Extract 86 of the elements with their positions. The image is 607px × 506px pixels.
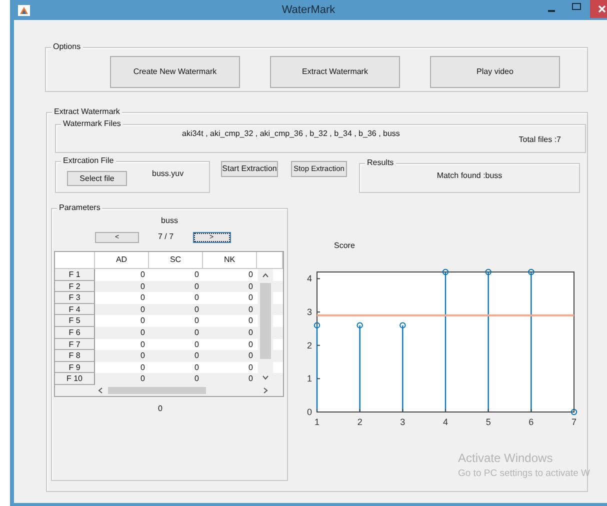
row-header: F 8 bbox=[55, 350, 95, 362]
parameter-name: buss bbox=[161, 215, 178, 227]
table-cell-text: 0 bbox=[248, 304, 254, 316]
panel-title: Extract Watermark bbox=[52, 107, 122, 117]
table-cell-text: 0 bbox=[194, 373, 200, 385]
x-tick-label: 5 bbox=[486, 417, 491, 427]
panel-title: Parameters bbox=[57, 203, 102, 213]
table-cell-text: 0 bbox=[248, 373, 254, 385]
result-text: Match found :buss bbox=[436, 170, 502, 182]
table-cell-text: 0 bbox=[194, 269, 200, 281]
table-cell-text: 0 bbox=[248, 292, 254, 304]
y-tick-label: 4 bbox=[306, 274, 312, 284]
table-cell-text: 0 bbox=[194, 338, 200, 350]
table-cell-text: 0 bbox=[140, 326, 146, 339]
row-header: F 3 bbox=[55, 292, 95, 304]
option-button[interactable]: Play video bbox=[430, 56, 560, 88]
stem bbox=[570, 408, 578, 416]
row-header: F 1 bbox=[55, 269, 95, 281]
table-cell-text: 0 bbox=[140, 338, 146, 350]
scroll-down-icon[interactable] bbox=[262, 375, 269, 380]
x-tick-label: 7 bbox=[572, 417, 576, 427]
table-cell-text: 0 bbox=[248, 280, 254, 292]
x-tick-label: 3 bbox=[400, 417, 406, 427]
close-icon[interactable] bbox=[598, 5, 606, 13]
select-file-button[interactable]: Select file bbox=[67, 171, 127, 186]
chart-title: Score bbox=[334, 240, 355, 252]
table-cell-text: 0 bbox=[140, 373, 146, 385]
close-button[interactable] bbox=[590, 0, 607, 18]
scroll-up-icon[interactable] bbox=[262, 273, 269, 278]
scroll-left-icon[interactable] bbox=[98, 387, 103, 394]
table-cell-text: 0 bbox=[248, 326, 254, 339]
x-tick-label: 4 bbox=[443, 417, 448, 427]
row-header: F 5 bbox=[55, 315, 95, 327]
y-tick-label: 1 bbox=[306, 374, 312, 384]
parameter-value: 0 bbox=[158, 403, 162, 415]
notice-title: Activate Windows bbox=[458, 450, 554, 467]
x-tick-label: 2 bbox=[357, 417, 362, 427]
table-cell-text: 0 bbox=[194, 292, 200, 304]
table-cell-text: 0 bbox=[140, 304, 146, 316]
table-cell-text: 0 bbox=[194, 362, 200, 374]
table-cell-text: 0 bbox=[248, 350, 254, 362]
table-cell-text: 0 bbox=[140, 292, 146, 304]
panel-title: Results bbox=[365, 158, 396, 168]
row-header: F 10 bbox=[55, 373, 95, 385]
row-header: F 7 bbox=[55, 338, 95, 350]
table-cell-text: 0 bbox=[140, 315, 146, 327]
y-tick-label: 0 bbox=[306, 407, 312, 417]
header-corner bbox=[55, 252, 95, 269]
panel-title: Extrcation File bbox=[61, 156, 116, 166]
table-cell-text: 0 bbox=[194, 315, 200, 327]
table-cell-text: 0 bbox=[140, 350, 146, 362]
row-header: F 4 bbox=[55, 304, 95, 316]
x-tick-label: 6 bbox=[528, 417, 534, 427]
table-cell-text: 0 bbox=[140, 362, 146, 374]
table-cell-text: 0 bbox=[194, 280, 200, 292]
y-tick-label: 2 bbox=[306, 340, 312, 350]
x-tick-label: 1 bbox=[314, 417, 320, 427]
table-cell-text: 0 bbox=[140, 269, 146, 281]
table-cell-text: 0 bbox=[194, 326, 200, 339]
app-icon bbox=[18, 4, 30, 16]
column-header: AD bbox=[95, 252, 149, 269]
row-header: F 2 bbox=[55, 280, 95, 292]
column-header: NK bbox=[203, 252, 257, 269]
row-header: F 9 bbox=[55, 362, 95, 374]
table-cell-text: 0 bbox=[248, 315, 254, 327]
table-cell-text: 0 bbox=[248, 338, 254, 350]
scroll-right-icon[interactable] bbox=[263, 387, 268, 394]
option-button[interactable]: Create New Watermark bbox=[110, 56, 240, 88]
panel-title: Options bbox=[51, 42, 83, 52]
option-button[interactable]: Extract Watermark bbox=[270, 56, 400, 88]
file-list: aki34t , aki_cmp_32 , aki_cmp_36 , b_32 , b_34 , b_36 , buss bbox=[182, 128, 400, 152]
notice-text: Go to PC settings to activate W bbox=[458, 467, 590, 481]
start-extraction-button[interactable]: Start Extraction bbox=[221, 161, 278, 177]
file-name: buss.yuv bbox=[152, 168, 184, 180]
table-cell-text: 0 bbox=[248, 269, 254, 281]
y-tick-label: 3 bbox=[306, 307, 312, 317]
page-counter: 7 / 7 bbox=[158, 231, 174, 243]
table-cell-text: 0 bbox=[140, 280, 146, 292]
total-files: Total files :7 bbox=[518, 134, 562, 146]
row-header: F 6 bbox=[55, 326, 95, 339]
table-cell-text: 0 bbox=[194, 304, 200, 316]
table-cell-text: 0 bbox=[194, 350, 200, 362]
window-title: WaterMark bbox=[282, 2, 336, 18]
panel-title: Watermark Files bbox=[61, 119, 123, 129]
column-header: SC bbox=[149, 252, 203, 269]
table-cell-text: 0 bbox=[248, 362, 254, 374]
